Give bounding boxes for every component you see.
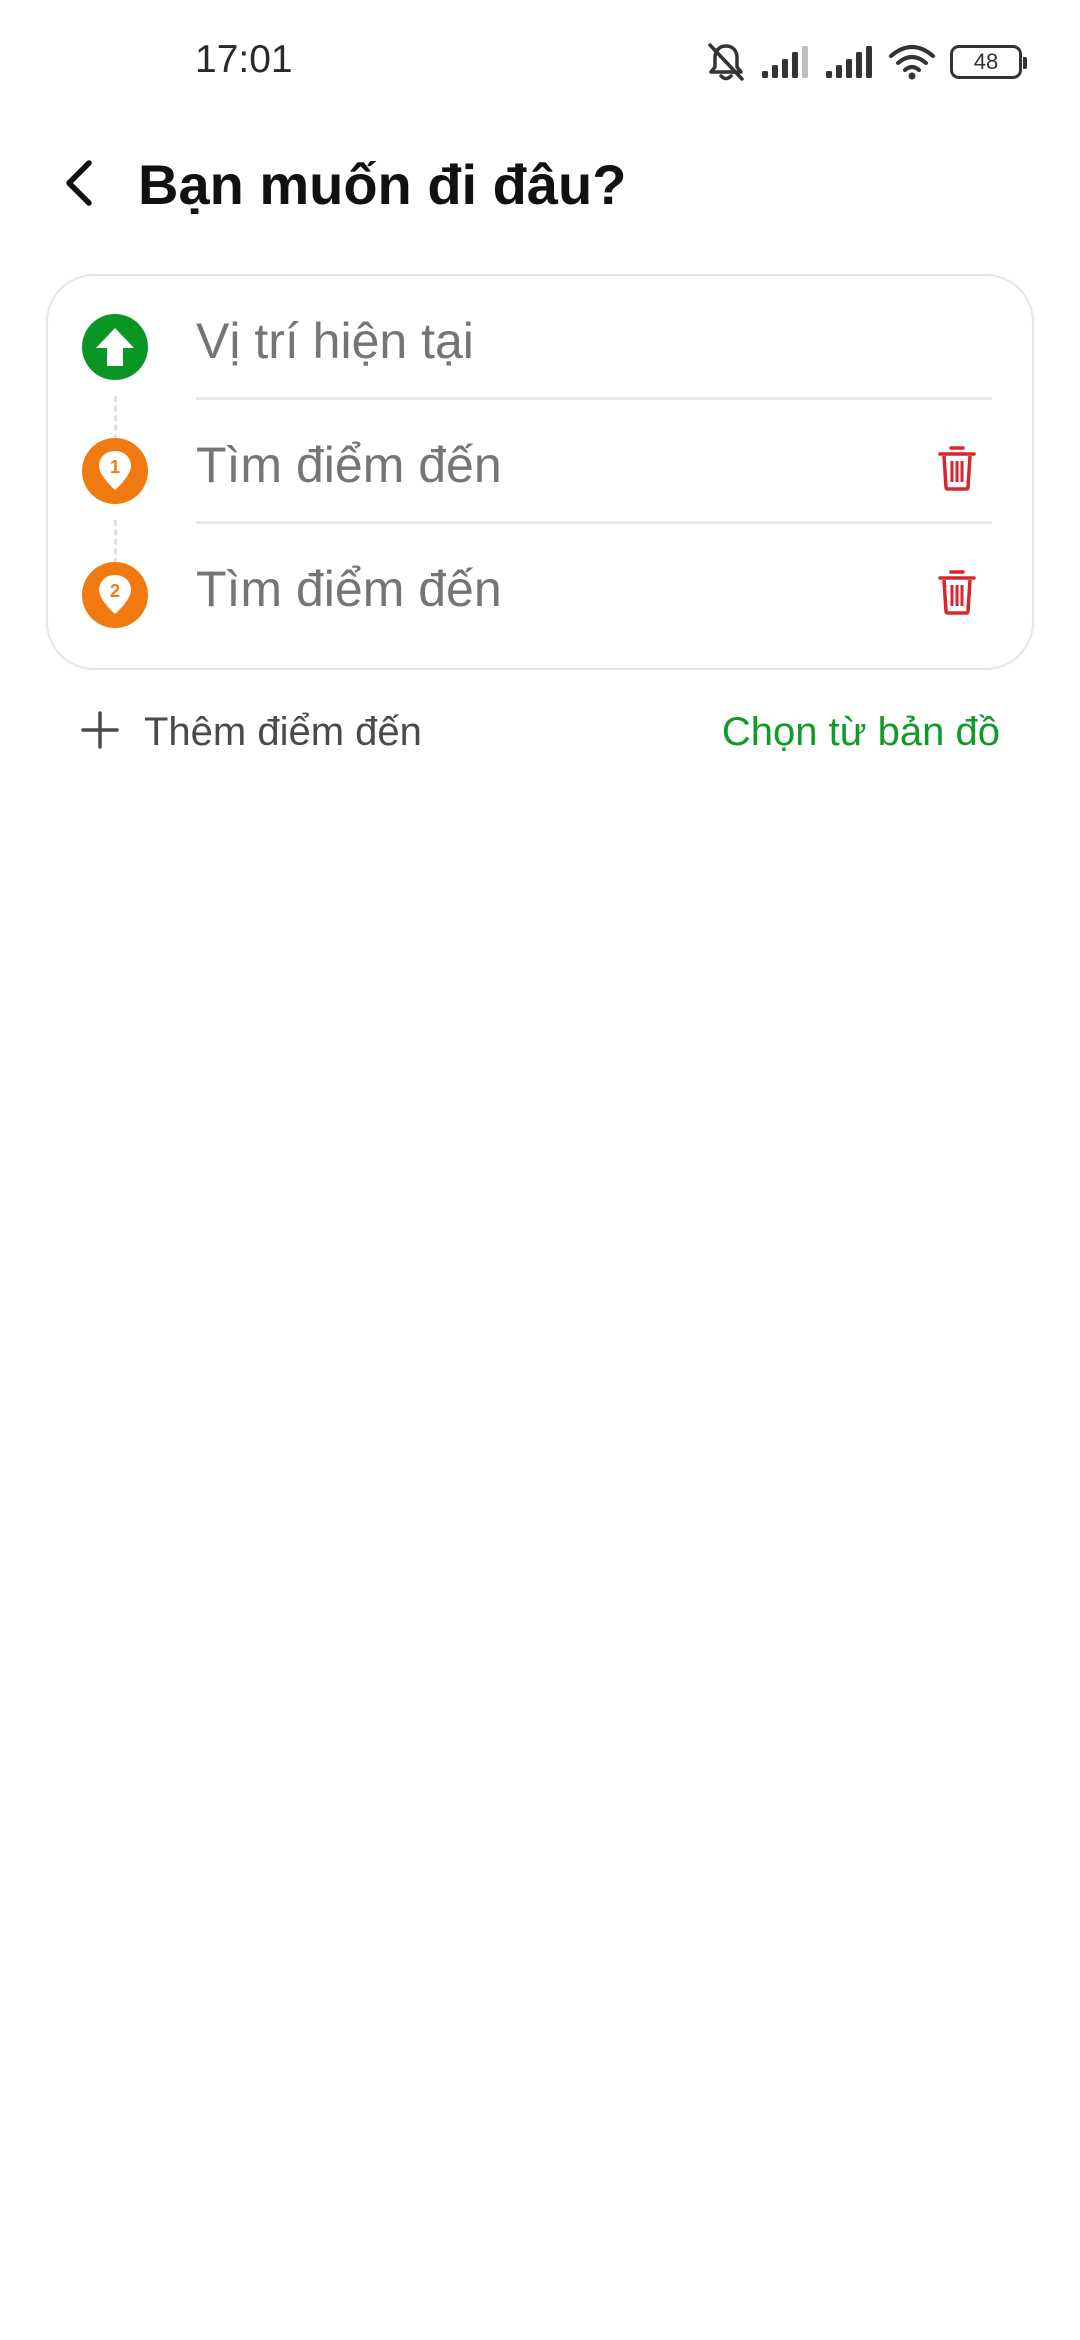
battery-icon: 48 <box>950 45 1027 79</box>
stop-marker-number: 2 <box>110 581 120 601</box>
map-pin-icon: 2 <box>82 562 148 628</box>
delete-destination-button[interactable] <box>930 564 984 624</box>
origin-input[interactable] <box>196 302 836 380</box>
trash-icon <box>937 444 977 497</box>
map-pin-icon: 1 <box>82 438 148 504</box>
signal-icon <box>824 44 874 80</box>
status-bar: 17:01 48 <box>0 0 1080 120</box>
stop-marker-number: 1 <box>110 457 120 477</box>
status-icons: 48 <box>706 40 1027 84</box>
origin-row <box>48 276 1032 400</box>
destination-row: 2 <box>48 524 1032 648</box>
destination-input[interactable] <box>196 550 836 628</box>
destination-input[interactable] <box>196 426 836 504</box>
battery-level: 48 <box>973 49 999 74</box>
delete-destination-button[interactable] <box>930 440 984 500</box>
page-title: Bạn muốn đi đâu? <box>138 153 627 216</box>
chevron-left-icon <box>59 157 99 214</box>
arrow-up-circle-icon <box>82 314 148 380</box>
choose-from-map-link[interactable]: Chọn từ bản đồ <box>722 702 1000 762</box>
status-time: 17:01 <box>195 38 293 81</box>
wifi-icon <box>888 43 936 81</box>
header: Bạn muốn đi đâu? <box>0 130 1080 240</box>
plus-icon <box>80 710 120 755</box>
signal-icon <box>760 44 810 80</box>
destination-row: 1 <box>48 400 1032 524</box>
bell-off-icon <box>706 41 746 83</box>
add-destination-button[interactable]: Thêm điểm đến <box>80 702 422 762</box>
trash-icon <box>937 568 977 621</box>
add-destination-label: Thêm điểm đến <box>144 709 422 754</box>
back-button[interactable] <box>44 150 114 220</box>
route-card: 1 2 <box>46 274 1034 670</box>
